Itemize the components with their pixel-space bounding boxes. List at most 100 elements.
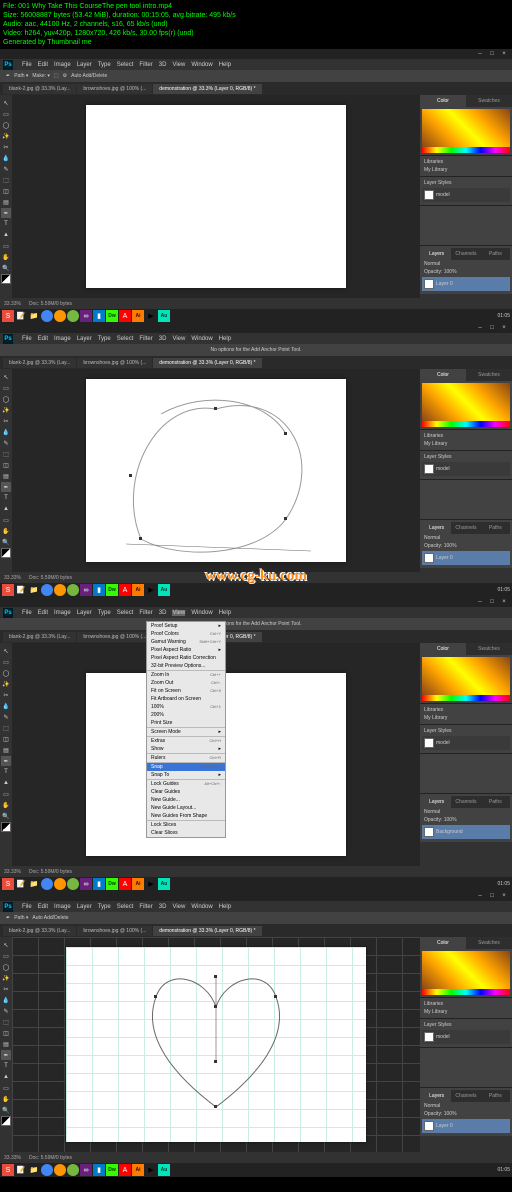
layer-name[interactable]: Layer 0 bbox=[436, 555, 453, 561]
view-menu-item[interactable]: ExtrasCtrl+H bbox=[147, 737, 225, 745]
hand-tool[interactable]: ✋ bbox=[1, 800, 11, 810]
view-menu-item[interactable]: Screen Mode▸ bbox=[147, 728, 225, 736]
chrome-icon[interactable] bbox=[41, 1164, 53, 1176]
menu-file[interactable]: File bbox=[22, 610, 32, 616]
view-menu-item[interactable]: Gamut WarningShift+Ctrl+Y bbox=[147, 638, 225, 646]
acrobat-icon[interactable]: A bbox=[119, 584, 131, 596]
hand-tool[interactable]: ✋ bbox=[1, 526, 11, 536]
fg-bg-color[interactable] bbox=[1, 548, 11, 558]
mylibrary-dropdown[interactable]: My Library bbox=[422, 166, 510, 174]
document-tab[interactable]: blank-2.jpg @ 33.3% (Lay... bbox=[3, 926, 76, 936]
wand-tool[interactable]: ✨ bbox=[1, 679, 11, 689]
mylibrary-dropdown[interactable]: My Library bbox=[422, 1008, 510, 1016]
menu-image[interactable]: Image bbox=[54, 62, 71, 68]
type-tool[interactable]: T bbox=[1, 1061, 11, 1071]
eyedropper-tool[interactable]: 💧 bbox=[1, 701, 11, 711]
menu-filter[interactable]: Filter bbox=[139, 62, 152, 68]
libraries-label[interactable]: Libraries bbox=[422, 158, 510, 166]
path-tool[interactable]: ▲ bbox=[1, 778, 11, 788]
view-menu-item[interactable]: Pixel Aspect Ratio Correction bbox=[147, 654, 225, 662]
view-menu-item[interactable]: Lock Slices bbox=[147, 821, 225, 829]
menu-layer[interactable]: Layer bbox=[77, 62, 92, 68]
vs-icon[interactable]: ∞ bbox=[80, 1164, 92, 1176]
view-menu-item[interactable]: Proof ColorsCtrl+Y bbox=[147, 630, 225, 638]
folder-icon[interactable]: 📁 bbox=[28, 310, 40, 322]
document-tab[interactable]: brownshoes.jpg @ 100% (... bbox=[77, 358, 152, 368]
menu-select[interactable]: Select bbox=[117, 610, 134, 616]
sublime-icon[interactable]: S bbox=[2, 310, 14, 322]
view-menu-item[interactable]: Fit Artboard on Screen bbox=[147, 695, 225, 703]
color-tab[interactable]: Color bbox=[420, 95, 466, 107]
color-tab[interactable]: Color bbox=[420, 643, 466, 655]
mylibrary-dropdown[interactable]: My Library bbox=[422, 714, 510, 722]
eyedropper-tool[interactable]: 💧 bbox=[1, 153, 11, 163]
swatches-tab[interactable]: Swatches bbox=[466, 95, 512, 107]
menu-image[interactable]: Image bbox=[54, 336, 71, 342]
path-mode[interactable]: Path ▾ bbox=[14, 915, 28, 921]
menu-window[interactable]: Window bbox=[191, 62, 212, 68]
shape-tool[interactable]: ▭ bbox=[1, 1083, 11, 1093]
view-menu-item[interactable]: Pixel Aspect Ratio▸ bbox=[147, 646, 225, 654]
lasso-tool[interactable]: ◯ bbox=[1, 668, 11, 678]
opacity[interactable]: Opacity: 100% bbox=[422, 816, 510, 824]
audition-icon[interactable]: Au bbox=[158, 584, 170, 596]
layer-name[interactable]: Background bbox=[436, 829, 463, 835]
gradient-tool[interactable]: ▤ bbox=[1, 745, 11, 755]
view-menu-item[interactable]: Print Size bbox=[147, 719, 225, 727]
menu-3d[interactable]: 3D bbox=[159, 62, 167, 68]
eraser-tool[interactable]: ◫ bbox=[1, 734, 11, 744]
menu-layer[interactable]: Layer bbox=[77, 610, 92, 616]
audition-icon[interactable]: Au bbox=[158, 878, 170, 890]
media-icon[interactable]: ▶ bbox=[145, 878, 157, 890]
eyedropper-tool[interactable]: 💧 bbox=[1, 995, 11, 1005]
view-menu-item[interactable]: 32-bit Preview Options... bbox=[147, 662, 225, 670]
menu-3d[interactable]: 3D bbox=[159, 336, 167, 342]
firefox-icon[interactable] bbox=[54, 878, 66, 890]
marquee-tool[interactable]: ▭ bbox=[1, 109, 11, 119]
marquee-tool[interactable]: ▭ bbox=[1, 383, 11, 393]
folder-icon[interactable]: 📁 bbox=[28, 878, 40, 890]
notepad-icon[interactable]: 📝 bbox=[15, 1164, 27, 1176]
menu-3d[interactable]: 3D bbox=[159, 610, 167, 616]
marquee-tool[interactable]: ▭ bbox=[1, 951, 11, 961]
menu-image[interactable]: Image bbox=[54, 610, 71, 616]
notepad-icon[interactable]: 📝 bbox=[15, 310, 27, 322]
stamp-tool[interactable]: ⬚ bbox=[1, 723, 11, 733]
zoom-level[interactable]: 33.33% bbox=[4, 575, 21, 581]
zoom-tool[interactable]: 🔍 bbox=[1, 811, 11, 821]
eraser-tool[interactable]: ◫ bbox=[1, 186, 11, 196]
dreamweaver-icon[interactable]: Dw bbox=[106, 584, 118, 596]
hand-tool[interactable]: ✋ bbox=[1, 1094, 11, 1104]
menu-layer[interactable]: Layer bbox=[77, 904, 92, 910]
path-tool[interactable]: ▲ bbox=[1, 230, 11, 240]
type-tool[interactable]: T bbox=[1, 767, 11, 777]
firefox-icon[interactable] bbox=[54, 1164, 66, 1176]
sublime-icon[interactable]: S bbox=[2, 584, 14, 596]
illustrator-icon[interactable]: Ai bbox=[132, 1164, 144, 1176]
crop-tool[interactable]: ✂ bbox=[1, 142, 11, 152]
document-tab[interactable]: blank-2.jpg @ 33.3% (Lay... bbox=[3, 632, 76, 642]
zoom-tool[interactable]: 🔍 bbox=[1, 537, 11, 547]
stamp-tool[interactable]: ⬚ bbox=[1, 1017, 11, 1027]
document-tab[interactable]: blank-2.jpg @ 33.3% (Lay... bbox=[3, 84, 76, 94]
close-button[interactable]: × bbox=[499, 325, 509, 332]
eyedropper-tool[interactable]: 💧 bbox=[1, 427, 11, 437]
shape-tool[interactable]: ▭ bbox=[1, 789, 11, 799]
minimize-button[interactable]: – bbox=[475, 893, 485, 900]
menu-edit[interactable]: Edit bbox=[38, 62, 48, 68]
dreamweaver-icon[interactable]: Dw bbox=[106, 878, 118, 890]
layers-tab[interactable]: Layers bbox=[422, 522, 451, 534]
crop-tool[interactable]: ✂ bbox=[1, 690, 11, 700]
layer-thumb[interactable] bbox=[424, 827, 434, 837]
view-menu-item[interactable]: 200% bbox=[147, 711, 225, 719]
vs-icon[interactable]: ∞ bbox=[80, 878, 92, 890]
hand-tool[interactable]: ✋ bbox=[1, 252, 11, 262]
maximize-button[interactable]: □ bbox=[487, 51, 497, 58]
crop-tool[interactable]: ✂ bbox=[1, 984, 11, 994]
menu-view[interactable]: View bbox=[172, 62, 185, 68]
menu-window[interactable]: Window bbox=[191, 904, 212, 910]
folder-icon[interactable]: 📁 bbox=[28, 1164, 40, 1176]
paths-tab[interactable]: Paths bbox=[481, 796, 510, 808]
view-menu-item[interactable]: Lock GuidesAlt+Ctrl+; bbox=[147, 780, 225, 788]
crop-tool[interactable]: ✂ bbox=[1, 416, 11, 426]
